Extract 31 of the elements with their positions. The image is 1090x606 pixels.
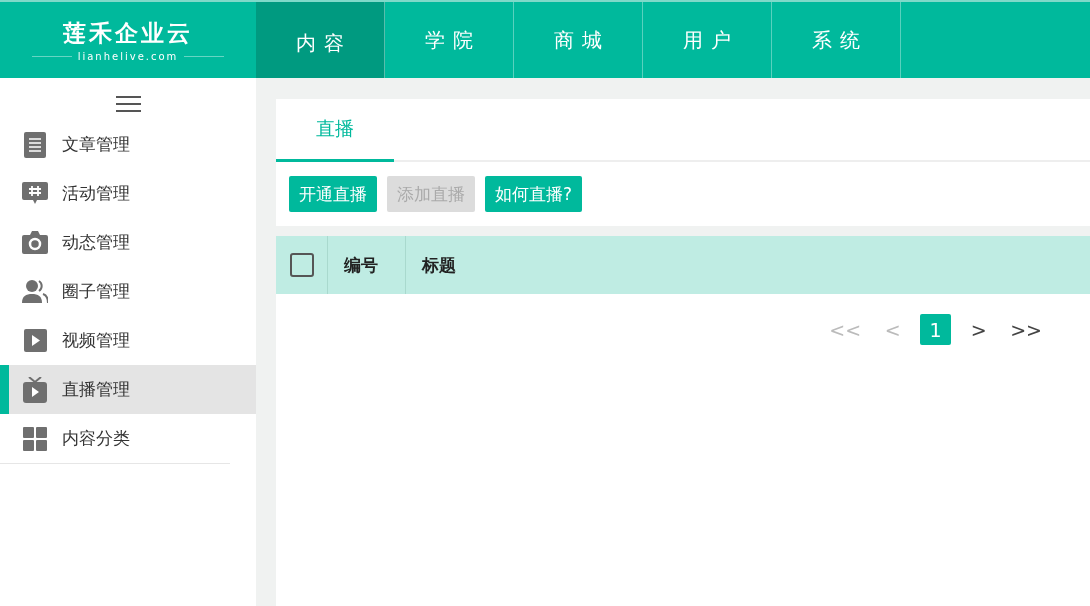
select-all-checkbox[interactable]	[290, 253, 314, 277]
camera-icon	[22, 231, 48, 254]
sidebar-item[interactable]: 内容分类	[0, 414, 256, 463]
sidebar-item[interactable]: 直播管理	[0, 365, 256, 414]
tv-play-icon	[22, 376, 48, 403]
page-button[interactable]: >	[963, 314, 995, 345]
sidebar-item[interactable]: 视频管理	[0, 316, 256, 365]
users-icon	[22, 280, 48, 303]
sidebar-item[interactable]: 活动管理	[0, 169, 256, 218]
play-icon	[22, 329, 48, 352]
column-header: 编号	[344, 253, 378, 277]
nav-tab[interactable]: 系统	[772, 2, 901, 78]
sidebar-item[interactable]: 动态管理	[0, 218, 256, 267]
nav-tab[interactable]: 学院	[385, 2, 514, 78]
nav-tab[interactable]: 内容	[256, 2, 385, 78]
action-button[interactable]: 如何直播?	[485, 176, 583, 212]
content-tab[interactable]: 直播	[276, 99, 394, 162]
page-button[interactable]: >>	[1006, 314, 1046, 345]
nav-tab[interactable]: 商城	[514, 2, 643, 78]
logo-domain: lianhelive.com	[31, 51, 225, 62]
action-button[interactable]: 开通直播	[289, 176, 377, 212]
sidebar-item[interactable]: 圈子管理	[0, 267, 256, 316]
hash-bubble-icon	[22, 181, 48, 206]
menu-icon[interactable]	[115, 96, 141, 112]
sidebar-item[interactable]: 文章管理	[0, 120, 256, 169]
column-header: 标题	[422, 253, 456, 277]
nav-tab[interactable]: 用户	[643, 2, 772, 78]
grid-icon	[22, 426, 48, 451]
logo-title: 莲禾企业云	[63, 19, 193, 48]
page-button[interactable]: 1	[920, 314, 952, 345]
document-icon	[22, 131, 48, 158]
